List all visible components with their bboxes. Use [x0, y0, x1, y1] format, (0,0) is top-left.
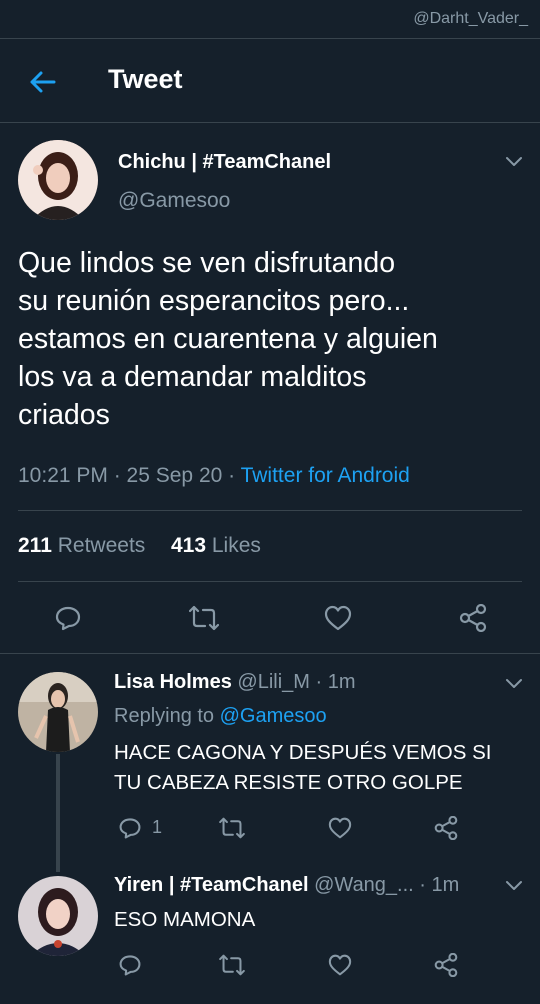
reply-icon [119, 955, 141, 976]
tweet-timestamp: 10:21 PM · 25 Sep 20 · [18, 464, 241, 487]
share-icon [459, 604, 487, 632]
header-divider [0, 122, 540, 123]
retweets-label: Retweets [57, 534, 146, 557]
avatar[interactable] [18, 672, 98, 752]
reply-share-button[interactable] [430, 949, 462, 981]
tweet-author-name[interactable]: Chichu | #TeamChanel [118, 151, 331, 174]
back-button[interactable] [22, 62, 62, 102]
reply-text: ESO MAMONA [114, 905, 255, 935]
likes-count: 413 [170, 534, 207, 557]
retweet-icon [189, 605, 219, 631]
reply-author-name[interactable]: Lisa Holmes [114, 671, 232, 693]
share-button[interactable] [455, 600, 491, 636]
likes-stat[interactable]: 413 Likes [171, 534, 261, 557]
reply-text-line: TU CABEZA RESISTE OTRO GOLPE [114, 771, 463, 794]
replies-divider [0, 653, 540, 654]
reply-count: 1 [152, 817, 163, 837]
reply-header: Lisa Holmes @Lili_M · 1m [114, 671, 356, 694]
tweet-text: Que lindos se ven disfrutando su reunión… [18, 244, 528, 434]
stats-divider-bottom [18, 581, 522, 582]
like-icon [328, 954, 352, 976]
avatar-image [18, 140, 98, 220]
back-arrow-icon [30, 71, 56, 93]
retweet-button[interactable] [186, 600, 222, 636]
reply-text: HACE CAGONA Y DESPUÉS VEMOS SI TU CABEZA… [114, 738, 491, 798]
reply-text-line: ESO MAMONA [114, 908, 256, 931]
reply-retweet-button[interactable] [216, 812, 248, 844]
replying-to-label: Replying to [114, 705, 220, 727]
avatar[interactable] [18, 140, 98, 220]
reply-menu-button[interactable] [500, 872, 528, 900]
reply-handle-time[interactable]: @Lili_M · 1m [237, 671, 355, 693]
tweet-text-line: Que lindos se ven disfrutando [18, 247, 396, 279]
tweet-stats: 211 Retweets 413 Likes [18, 534, 261, 558]
tweet-timestamp-row: 10:21 PM · 25 Sep 20 · Twitter for Andro… [18, 464, 410, 488]
reply-like-button[interactable] [324, 949, 356, 981]
reply-text-line: HACE CAGONA Y DESPUÉS VEMOS SI [114, 741, 492, 764]
top-divider [0, 38, 540, 39]
thread-connector [56, 754, 60, 872]
reply-handle-time[interactable]: @Wang_... · 1m [314, 874, 459, 896]
replying-to-handle[interactable]: @Gamesoo [220, 705, 327, 727]
reply-header: Yiren | #TeamChanel @Wang_... · 1m [114, 874, 459, 897]
reply-button[interactable] [50, 600, 86, 636]
like-icon [324, 605, 352, 631]
chevron-down-icon [506, 881, 522, 890]
retweets-stat[interactable]: 211 Retweets [18, 534, 145, 557]
retweets-count: 211 [18, 534, 52, 557]
like-button[interactable] [320, 600, 356, 636]
chevron-down-icon [506, 157, 522, 166]
share-icon [434, 953, 458, 977]
retweet-icon [219, 817, 245, 839]
replying-to: Replying to @Gamesoo [114, 705, 327, 728]
retweet-icon [219, 954, 245, 976]
share-icon [434, 816, 458, 840]
avatar[interactable] [18, 876, 98, 956]
reply-reply-button[interactable] [114, 949, 146, 981]
reply-icon [55, 606, 81, 631]
reply-retweet-button[interactable] [216, 949, 248, 981]
tweet-menu-button[interactable] [500, 148, 528, 176]
reply-icon [119, 818, 141, 839]
reply-share-button[interactable] [430, 812, 462, 844]
tweet-text-line: los va a demandar malditos [18, 361, 367, 393]
reply-reply-button[interactable] [114, 812, 146, 844]
tweet-source-link[interactable]: Twitter for Android [241, 464, 410, 487]
tweet-text-line: su reunión esperancitos pero... [18, 285, 410, 317]
page-title: Tweet [108, 64, 183, 94]
tweet-text-line: estamos en cuarentena y alguien [18, 323, 438, 355]
likes-label: Likes [211, 534, 261, 557]
like-icon [328, 817, 352, 839]
tweet-text-line: criados [18, 399, 110, 431]
avatar-image [18, 672, 98, 752]
stats-divider-top [18, 510, 522, 511]
reply-author-name[interactable]: Yiren | #TeamChanel [114, 874, 309, 896]
reply-like-button[interactable] [324, 812, 356, 844]
reply-menu-button[interactable] [500, 670, 528, 698]
watermark: @Darht_Vader_ [413, 10, 528, 27]
tweet-author-handle[interactable]: @Gamesoo [118, 189, 230, 213]
chevron-down-icon [506, 679, 522, 688]
avatar-image [18, 876, 98, 956]
